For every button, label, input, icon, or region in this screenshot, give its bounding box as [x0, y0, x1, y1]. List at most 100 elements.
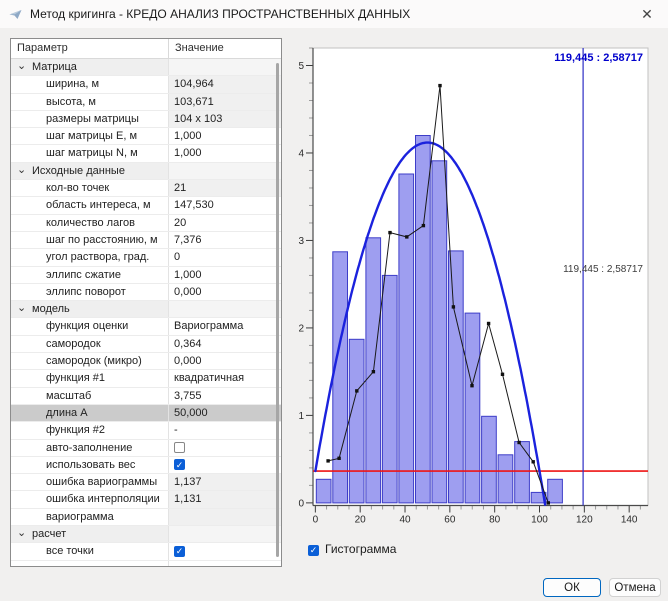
section-value-cell [169, 526, 281, 542]
value-cell[interactable]: 0,000 [169, 353, 281, 369]
chevron-down-icon[interactable]: ⌄ [17, 526, 26, 542]
value-cell[interactable]: 1,000 [169, 128, 281, 144]
param-label: функция оценки [11, 318, 169, 334]
svg-text:4: 4 [298, 148, 304, 159]
param-label: ошибка интерполяции [11, 491, 169, 507]
unchecked-checkbox[interactable] [174, 442, 185, 453]
table-row[interactable]: количество лагов20 [11, 215, 281, 232]
table-row[interactable]: все точки ✓ [11, 543, 281, 560]
table-row[interactable]: угол раствора, град.0 [11, 249, 281, 266]
checked-checkbox[interactable]: ✓ [174, 546, 185, 557]
histogram-bar [432, 161, 447, 503]
experimental-variogram-point [422, 224, 425, 227]
value-text: 50,000 [174, 407, 208, 419]
svg-text:40: 40 [399, 515, 411, 526]
experimental-variogram-point [517, 441, 520, 444]
value-cell[interactable]: Вариограмма [169, 318, 281, 334]
value-cell[interactable]: - [169, 422, 281, 438]
value-cell[interactable]: ✓ [169, 543, 281, 559]
value-text: 1,000 [174, 147, 202, 159]
section-row[interactable]: ⌄ расчет [11, 526, 281, 543]
histogram-bar [498, 455, 513, 503]
experimental-variogram-point [547, 501, 550, 504]
table-row[interactable]: использовать вес✓ [11, 457, 281, 474]
table-row[interactable]: высота, м103,671 [11, 94, 281, 111]
histogram-checkbox[interactable]: ✓ [308, 545, 319, 556]
table-row[interactable]: размеры матрицы104 x 103 [11, 111, 281, 128]
value-cell[interactable]: 147,530 [169, 197, 281, 213]
variogram-chart[interactable]: 020406080100120140012345119,445 : 2,5871… [295, 35, 668, 565]
section-value-cell [169, 301, 281, 317]
table-row[interactable] [11, 561, 281, 567]
histogram-bar [316, 479, 331, 503]
table-row[interactable]: шаг матрицы N, м1,000 [11, 145, 281, 162]
param-label: авто-заполнение [11, 440, 169, 456]
svg-text:2: 2 [298, 323, 304, 334]
ok-button[interactable]: ОК [543, 578, 601, 597]
chevron-down-icon[interactable]: ⌄ [17, 59, 26, 75]
table-row[interactable]: функция оценкиВариограмма [11, 318, 281, 335]
value-cell[interactable]: 0,364 [169, 336, 281, 352]
table-row[interactable]: ширина, м104,964 [11, 76, 281, 93]
table-row[interactable]: авто-заполнение [11, 440, 281, 457]
table-row[interactable]: масштаб3,755 [11, 388, 281, 405]
table-row[interactable]: ошибка вариограммы1,137 [11, 474, 281, 491]
value-text: - [174, 424, 178, 436]
section-value-cell [169, 59, 281, 75]
chevron-down-icon[interactable]: ⌄ [17, 163, 26, 179]
value-cell[interactable]: 0,000 [169, 284, 281, 300]
value-cell[interactable]: 3,755 [169, 388, 281, 404]
param-table-rows: ⌄Матрицаширина, м104,964высота, м103,671… [11, 59, 281, 567]
param-label: все точки [11, 543, 169, 559]
chevron-down-icon[interactable]: ⌄ [17, 301, 26, 317]
value-cell[interactable]: 0 [169, 249, 281, 265]
value-text: квадратичная [174, 372, 244, 384]
value-cell[interactable]: квадратичная [169, 370, 281, 386]
table-row[interactable]: самородок0,364 [11, 336, 281, 353]
histogram-bar [515, 442, 530, 503]
cancel-button[interactable]: Отмена [609, 578, 661, 597]
table-row[interactable]: самородок (микро)0,000 [11, 353, 281, 370]
section-cell: ⌄ модель [11, 301, 169, 317]
app-icon [9, 7, 23, 21]
experimental-variogram-point [326, 459, 329, 462]
param-label: вариограмма [11, 509, 169, 525]
value-text: 104,964 [174, 78, 214, 90]
experimental-variogram-point [470, 384, 473, 387]
table-row[interactable]: шаг матрицы E, м1,000 [11, 128, 281, 145]
value-text: 0,000 [174, 286, 202, 298]
table-row[interactable]: функция #2- [11, 422, 281, 439]
value-cell[interactable]: 7,376 [169, 232, 281, 248]
section-row[interactable]: ⌄ модель [11, 301, 281, 318]
checked-checkbox[interactable]: ✓ [174, 459, 185, 470]
section-row[interactable]: ⌄Матрица [11, 59, 281, 76]
section-row[interactable]: ⌄Исходные данные [11, 163, 281, 180]
section-label: расчет [32, 526, 66, 542]
histogram-bar [449, 251, 464, 503]
value-cell[interactable]: 1,000 [169, 267, 281, 283]
svg-text:80: 80 [489, 515, 501, 526]
svg-text:3: 3 [298, 236, 304, 247]
svg-text:120: 120 [576, 515, 593, 526]
table-row[interactable]: шаг по расстоянию, м7,376 [11, 232, 281, 249]
section-label: модель [32, 301, 70, 317]
table-row[interactable]: эллипс сжатие1,000 [11, 267, 281, 284]
table-row[interactable]: длина A 50,000 [11, 405, 281, 422]
value-cell[interactable]: 1,000 [169, 145, 281, 161]
param-label: самородок (микро) [11, 353, 169, 369]
value-cell: 1,137 [169, 474, 281, 490]
table-row[interactable]: эллипс поворот0,000 [11, 284, 281, 301]
table-row[interactable]: вариограмма [11, 509, 281, 526]
close-icon[interactable]: ✕ [632, 3, 662, 25]
value-cell[interactable]: ✓ [169, 457, 281, 473]
param-label: эллипс сжатие [11, 267, 169, 283]
table-row[interactable]: область интереса, м147,530 [11, 197, 281, 214]
table-row[interactable]: кол-во точек21 [11, 180, 281, 197]
param-label: высота, м [11, 94, 169, 110]
table-row[interactable]: ошибка интерполяции1,131 [11, 491, 281, 508]
value-cell[interactable] [169, 440, 281, 456]
param-label: длина A [11, 405, 169, 421]
table-scrollbar[interactable] [276, 63, 279, 557]
value-cell[interactable]: 20 [169, 215, 281, 231]
table-row[interactable]: функция #1квадратичная [11, 370, 281, 387]
